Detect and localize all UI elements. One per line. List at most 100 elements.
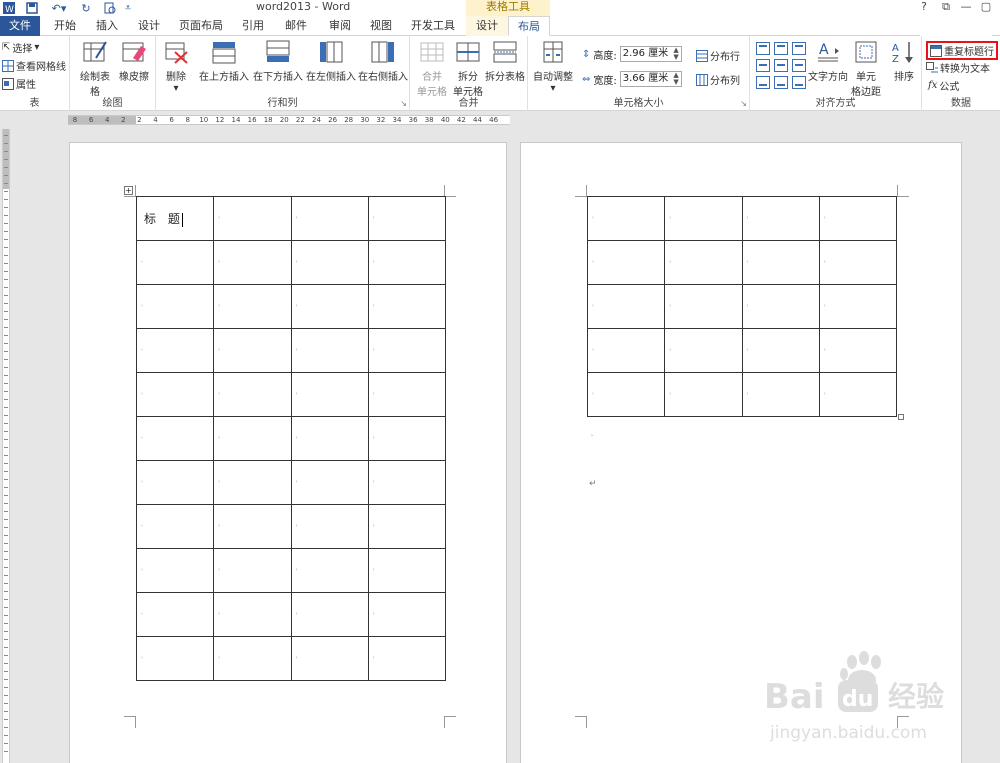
- tab-view[interactable]: 视图: [362, 16, 400, 36]
- table-cell[interactable]: ›: [586, 328, 666, 373]
- view-gridlines-button[interactable]: 查看网格线: [2, 58, 66, 73]
- table-cell[interactable]: ›: [135, 460, 215, 505]
- distribute-columns-button[interactable]: 分布列: [696, 72, 740, 87]
- delete-button[interactable]: 删除 ▾: [160, 40, 192, 94]
- word-app-icon[interactable]: W: [2, 0, 16, 16]
- table-cell[interactable]: ›: [367, 372, 447, 417]
- horizontal-ruler[interactable]: 8 6 4 2 2 4 6 8 10 12 14 16 18 20 22 24 26 28 30 32 34 36 38 40…: [0, 111, 1000, 129]
- table-cell[interactable]: ›: [213, 416, 292, 461]
- save-icon[interactable]: [24, 0, 40, 16]
- align-middle-left-icon[interactable]: [756, 59, 770, 72]
- table-cell[interactable]: ›: [818, 284, 898, 329]
- table-cell[interactable]: ›: [213, 240, 292, 285]
- table-cell[interactable]: ›: [741, 284, 820, 329]
- table-cell[interactable]: ›: [290, 504, 369, 549]
- tab-table-layout[interactable]: 布局: [508, 16, 550, 36]
- table-cell[interactable]: ›: [290, 416, 369, 461]
- tab-insert[interactable]: 插入: [88, 16, 126, 36]
- select-button[interactable]: ⇱ 选择 ▾: [2, 40, 39, 55]
- draw-table-button[interactable]: 绘制表格: [76, 40, 114, 98]
- table-cell[interactable]: ›: [741, 372, 820, 417]
- spin-arrows-icon[interactable]: ▲ ▼: [673, 72, 678, 86]
- convert-to-text-button[interactable]: 转换为文本: [926, 60, 990, 75]
- formula-button[interactable]: fx 公式: [928, 78, 959, 93]
- rows-columns-launcher-icon[interactable]: ↘: [400, 99, 407, 108]
- properties-button[interactable]: 属性: [2, 76, 36, 91]
- table-cell[interactable]: ›: [818, 328, 898, 373]
- autofit-button[interactable]: 自动调整 ▾: [530, 40, 576, 94]
- table-cell[interactable]: ›: [213, 636, 292, 681]
- tab-page-layout[interactable]: 页面布局: [172, 16, 230, 36]
- vertical-ruler[interactable]: [0, 129, 12, 763]
- table-cell[interactable]: ›: [135, 240, 215, 285]
- table-cell[interactable]: ›: [290, 460, 369, 505]
- redo-icon[interactable]: ↻: [78, 0, 94, 16]
- ribbon-display-options-button[interactable]: ⧉: [936, 0, 956, 16]
- table-cell[interactable]: ›: [290, 240, 369, 285]
- table-cell[interactable]: ›: [818, 240, 898, 285]
- table-cell[interactable]: ›: [367, 636, 447, 681]
- table-cell[interactable]: ›: [664, 328, 743, 373]
- repeat-header-rows-button[interactable]: 重复标题行: [926, 41, 998, 60]
- table-cell[interactable]: ›: [586, 284, 666, 329]
- insert-left-button[interactable]: 在左侧插入: [306, 40, 356, 83]
- table-cell[interactable]: ›: [367, 240, 447, 285]
- table-cell[interactable]: ›: [818, 196, 898, 241]
- align-middle-center-icon[interactable]: [774, 59, 788, 72]
- align-top-left-icon[interactable]: [756, 42, 770, 55]
- table-cell[interactable]: ›: [290, 284, 369, 329]
- sort-button[interactable]: AZ 排序: [888, 40, 920, 83]
- column-width-input[interactable]: 3.66 厘米 ▲ ▼: [619, 71, 682, 87]
- table-cell[interactable]: ›: [290, 548, 369, 593]
- align-bottom-right-icon[interactable]: [792, 76, 806, 89]
- customize-qat-icon[interactable]: ⩡: [122, 0, 134, 16]
- tab-review[interactable]: 审阅: [320, 16, 360, 36]
- table-cell[interactable]: ›: [741, 240, 820, 285]
- table-cell[interactable]: ›: [367, 284, 447, 329]
- table-cell[interactable]: ›: [664, 240, 743, 285]
- table-cell[interactable]: ›: [290, 636, 369, 681]
- table-cell[interactable]: ›: [367, 548, 447, 593]
- table-cell[interactable]: ›: [741, 328, 820, 373]
- table-cell[interactable]: ›: [213, 548, 292, 593]
- insert-below-button[interactable]: 在下方插入: [252, 40, 304, 83]
- tab-home[interactable]: 开始: [46, 16, 84, 36]
- table-cell[interactable]: ›: [213, 504, 292, 549]
- table-move-handle-icon[interactable]: +: [124, 186, 133, 195]
- table-cell[interactable]: ›: [213, 284, 292, 329]
- table-cell[interactable]: ›: [664, 196, 743, 241]
- help-button[interactable]: ?: [914, 0, 934, 16]
- eraser-button[interactable]: 橡皮擦: [116, 40, 152, 83]
- table-cell[interactable]: ›: [367, 504, 447, 549]
- insert-above-button[interactable]: 在上方插入: [198, 40, 250, 83]
- table-cell[interactable]: ›: [290, 372, 369, 417]
- table-cell[interactable]: ›: [367, 592, 447, 637]
- table-cell[interactable]: ›: [741, 196, 820, 241]
- table-cell[interactable]: ›: [135, 284, 215, 329]
- table-cell[interactable]: ›: [586, 240, 666, 285]
- table-cell[interactable]: ›: [213, 372, 292, 417]
- insert-right-button[interactable]: 在右侧插入: [358, 40, 408, 83]
- table-cell[interactable]: ›: [213, 328, 292, 373]
- align-bottom-center-icon[interactable]: [774, 76, 788, 89]
- align-middle-right-icon[interactable]: [792, 59, 806, 72]
- undo-icon[interactable]: ↶▾: [46, 0, 72, 16]
- print-preview-icon[interactable]: [102, 0, 118, 16]
- table-cell[interactable]: ›: [135, 328, 215, 373]
- table-cell[interactable]: ›: [135, 636, 215, 681]
- table-cell[interactable]: ›: [367, 196, 447, 241]
- tab-design[interactable]: 设计: [130, 16, 168, 36]
- table-cell[interactable]: ›: [367, 328, 447, 373]
- distribute-rows-button[interactable]: 分布行: [696, 48, 740, 63]
- tab-mailings[interactable]: 邮件: [276, 16, 316, 36]
- spin-arrows-icon[interactable]: ▲ ▼: [673, 47, 678, 61]
- table-cell[interactable]: ›: [135, 504, 215, 549]
- align-top-center-icon[interactable]: [774, 42, 788, 55]
- split-table-button[interactable]: 拆分表格: [484, 40, 526, 83]
- maximize-button[interactable]: ▢: [976, 0, 996, 16]
- title-cell[interactable]: 标 题: [135, 196, 215, 241]
- table-cell[interactable]: ›: [664, 372, 743, 417]
- table-cell[interactable]: ›: [135, 372, 215, 417]
- align-top-right-icon[interactable]: [792, 42, 806, 55]
- split-cells-button[interactable]: 拆分 单元格: [450, 40, 486, 98]
